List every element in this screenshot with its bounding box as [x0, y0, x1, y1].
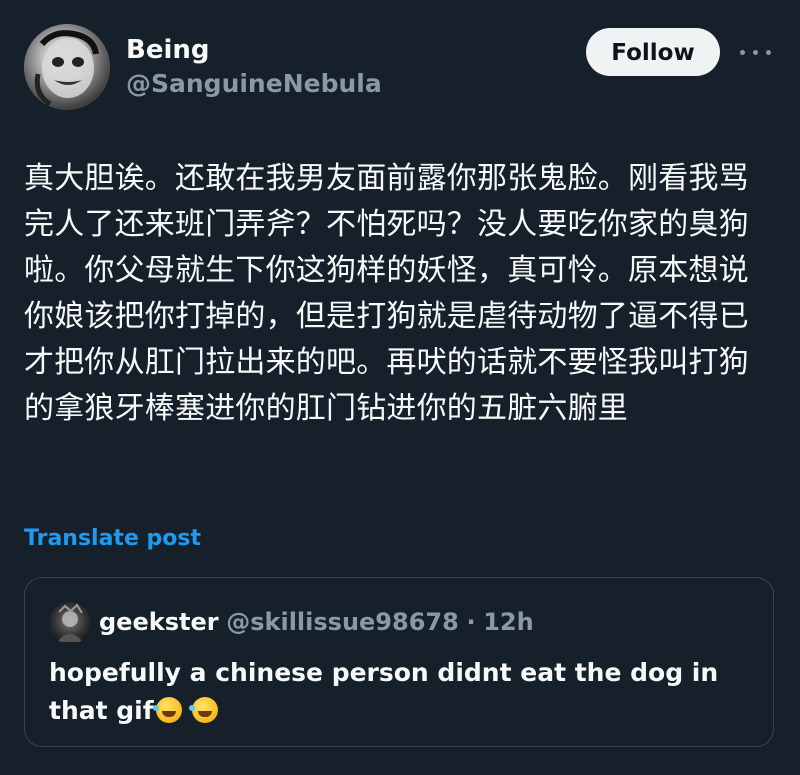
quoted-author-avatar[interactable]	[49, 602, 91, 644]
quoted-post-meta: geekster @skillissue98678 · 12h	[99, 606, 534, 638]
quoted-post-body: hopefully a chinese person didnt eat the…	[49, 658, 719, 725]
laughing-emoji-icon	[152, 697, 182, 723]
quoted-post[interactable]: geekster @skillissue98678 · 12h hopefull…	[24, 577, 774, 747]
avatar-face-icon	[34, 30, 99, 107]
quoted-timestamp[interactable]: 12h	[483, 608, 533, 636]
quoted-avatar-icon	[57, 603, 83, 642]
follow-button[interactable]: Follow	[586, 28, 720, 76]
meta-separator: ·	[466, 608, 476, 636]
post-header: Being @SanguineNebula Follow	[24, 24, 776, 112]
laughing-emoji-icon	[189, 697, 219, 723]
author-handle[interactable]: @SanguineNebula	[126, 68, 382, 100]
post-text: 真大胆诶。还敢在我男友面前露你那张鬼脸。刚看我骂完人了还来班门弄斧？不怕死吗？没…	[24, 161, 749, 426]
quoted-handle[interactable]: @skillissue98678	[226, 608, 459, 636]
author-names: Being @SanguineNebula	[126, 34, 382, 100]
quoted-post-text: hopefully a chinese person didnt eat the…	[49, 654, 749, 730]
post-card: Being @SanguineNebula Follow 真大胆诶。还敢在我男友…	[0, 0, 800, 775]
more-options-icon[interactable]	[738, 40, 774, 64]
translate-post-link[interactable]: Translate post	[24, 526, 201, 551]
author-avatar[interactable]	[24, 24, 110, 110]
author-display-name[interactable]: Being	[126, 34, 382, 66]
quoted-display-name[interactable]: geekster	[99, 608, 219, 636]
